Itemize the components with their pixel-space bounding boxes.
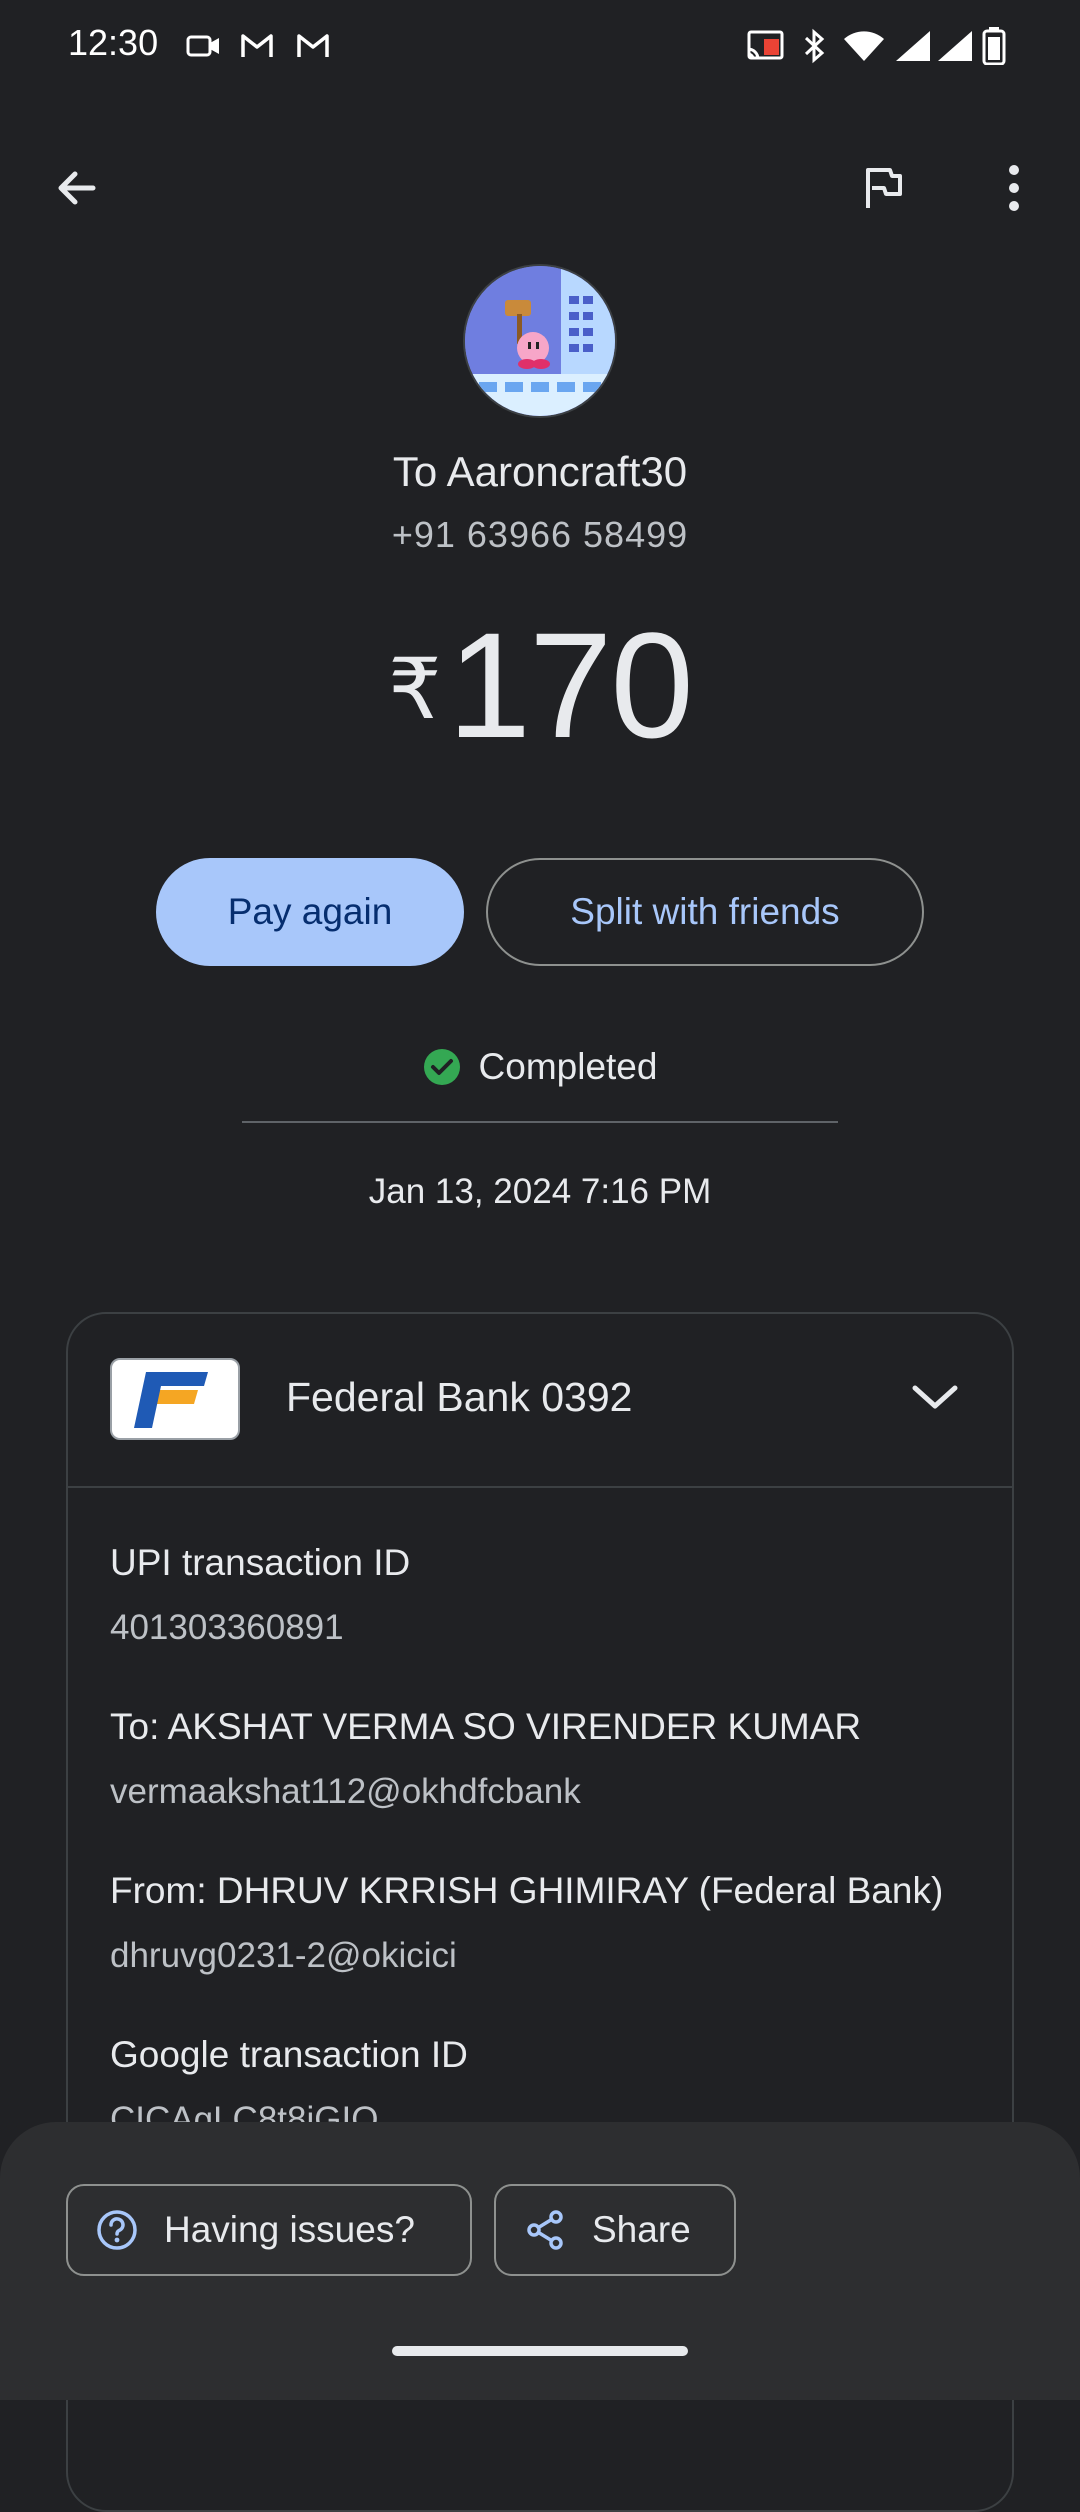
status-time: 12:30 — [68, 22, 159, 63]
more-vert-icon — [1009, 165, 1019, 211]
detail-value[interactable]: vermaakshat112@okhdfcbank — [110, 1772, 581, 1812]
detail-value[interactable]: dhruvg0231-2@okicici — [110, 1936, 457, 1976]
divider — [242, 1121, 838, 1123]
video-camera-icon — [186, 28, 222, 64]
gmail-icon — [240, 28, 274, 64]
amount-value: 170 — [447, 601, 694, 769]
status-label: Completed — [478, 1046, 658, 1087]
currency-symbol: ₹ — [388, 642, 442, 736]
back-button[interactable] — [37, 148, 117, 228]
split-with-friends-button[interactable]: Split with friends — [486, 858, 924, 966]
check-circle-icon — [423, 1049, 460, 1085]
detail-value[interactable]: 401303360891 — [110, 1608, 344, 1648]
cast-icon — [745, 28, 785, 64]
having-issues-button[interactable]: Having issues? — [66, 2184, 472, 2276]
signal-icon — [936, 28, 974, 64]
wifi-icon — [842, 28, 886, 64]
bank-account-name: Federal Bank 0392 — [286, 1374, 633, 1420]
more-options-button[interactable] — [974, 148, 1054, 228]
battery-icon — [982, 27, 1006, 65]
detail-label: UPI transaction ID — [110, 1542, 411, 1583]
detail-label: From: DHRUV KRRISH GHIMIRAY (Federal Ban… — [110, 1870, 944, 1911]
share-button[interactable]: Share — [494, 2184, 736, 2276]
recipient-avatar — [463, 264, 617, 418]
flag-icon — [866, 168, 902, 208]
gmail-icon — [296, 28, 330, 64]
bluetooth-icon — [802, 28, 828, 64]
signal-icon — [894, 28, 932, 64]
home-indicator[interactable] — [392, 2346, 688, 2356]
share-label: Share — [592, 2209, 691, 2250]
transaction-status: Completed — [0, 1046, 1080, 1088]
pay-again-button[interactable]: Pay again — [156, 858, 464, 966]
recipient-phone: +91 63966 58499 — [391, 514, 689, 555]
arrow-left-icon — [58, 171, 96, 205]
share-icon — [527, 2210, 563, 2250]
detail-label: Google transaction ID — [110, 2034, 468, 2075]
federal-bank-logo-icon — [110, 1358, 240, 1440]
card-divider — [66, 1486, 1014, 1488]
having-issues-label: Having issues? — [164, 2209, 415, 2250]
transaction-datetime: Jan 13, 2024 7:16 PM — [368, 1172, 712, 1211]
chevron-down-icon — [912, 1385, 958, 1409]
help-icon — [97, 2210, 137, 2250]
expand-bank-details-button[interactable] — [900, 1362, 970, 1432]
report-button[interactable] — [842, 148, 922, 228]
amount: ₹ 170 — [0, 610, 1080, 760]
detail-label: To: AKSHAT VERMA SO VIRENDER KUMAR — [110, 1706, 862, 1747]
recipient-name: To Aaroncraft30 — [392, 448, 688, 495]
